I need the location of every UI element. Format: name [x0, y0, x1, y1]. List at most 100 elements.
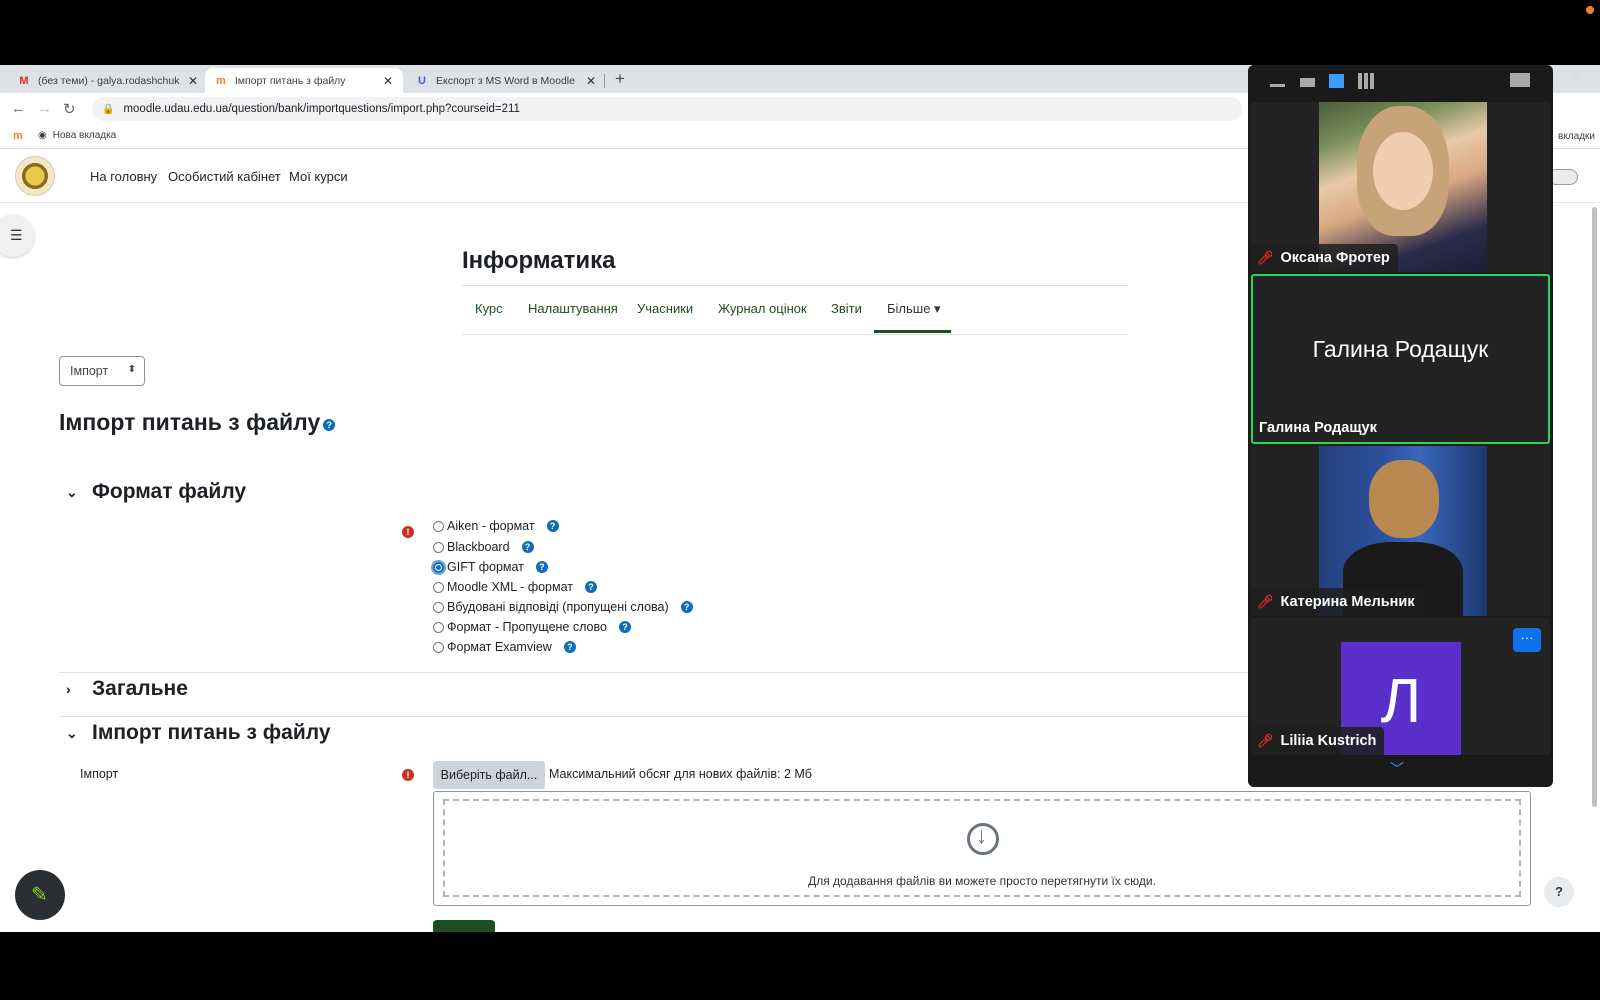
section-general[interactable]: › Загальне — [66, 677, 188, 701]
address-bar[interactable]: 🔒 moodle.udau.edu.ua/question/bank/impor… — [92, 97, 1242, 121]
option-label: Aiken - формат — [447, 519, 535, 533]
help-icon[interactable]: ? — [563, 641, 576, 653]
bookmark-moodle[interactable]: m — [13, 130, 23, 142]
new-tab-icon[interactable]: + — [615, 69, 625, 89]
course-index-button[interactable]: ☰ — [0, 215, 34, 257]
option-label: Вбудовані відповіді (пропущені слова) — [447, 600, 669, 614]
participant-tile[interactable]: 🎤︎ Оксана Фротер — [1251, 102, 1550, 272]
format-option-blackboard[interactable]: Blackboard ? — [433, 540, 534, 554]
dropzone-text: Для додавання файлів ви можете просто пе… — [808, 874, 1156, 888]
format-option-moodle-xml[interactable]: Moodle XML - формат ? — [433, 580, 598, 594]
mic-muted-icon: 🎤︎ — [1257, 733, 1274, 748]
participant-name-tag: 🎤︎ Оксана Фротер — [1251, 244, 1398, 272]
tab-gmail[interactable]: M (без теми) - galya.rodashchuk@ ✕ — [8, 68, 208, 93]
section-format[interactable]: ⌄ Формат файлу — [66, 480, 246, 504]
tab-import[interactable]: m Імпорт питань з файлу ✕ — [205, 68, 403, 93]
choose-file-button[interactable]: Виберіть файл... — [433, 761, 545, 789]
participant-name-tag: 🎤︎ Liliia Kustrich — [1251, 727, 1385, 755]
recording-indicator — [1586, 6, 1594, 14]
participant-tile[interactable]: Л ··· 🎤︎ Liliia Kustrich — [1251, 618, 1550, 755]
format-option-missing-word[interactable]: Формат - Пропущене слово ? — [433, 620, 631, 634]
course-title: Інформатика — [462, 247, 616, 274]
participant-name: Катерина Мельник — [1280, 594, 1415, 610]
more-options-button[interactable]: ··· — [1513, 628, 1541, 652]
tab-more[interactable]: Більше ▾ — [887, 301, 941, 317]
edit-fab[interactable]: ✎ — [15, 870, 65, 920]
max-file-size: Максимальний обсяг для нових файлів: 2 М… — [549, 767, 812, 781]
speaker-view-icon[interactable] — [1300, 78, 1315, 87]
close-icon[interactable]: ✕ — [383, 74, 393, 88]
nav-dashboard[interactable]: Особистий кабінет — [168, 169, 281, 184]
radio-button[interactable] — [433, 621, 444, 633]
help-icon[interactable]: ? — [521, 541, 534, 553]
bookmark-new-tab[interactable]: ◉ Нова вкладка — [38, 130, 116, 141]
option-label: Blackboard — [447, 540, 510, 554]
lock-icon: 🔒 — [102, 103, 115, 115]
chevron-down-icon: ⌄ — [66, 724, 78, 741]
file-dropzone[interactable]: Для додавання файлів ви можете просто пе… — [443, 799, 1521, 897]
forward-icon[interactable]: → — [37, 100, 52, 117]
help-icon[interactable]: ? — [585, 581, 598, 593]
pencil-icon: ✎ — [31, 884, 48, 906]
url-text: moodle.udau.edu.ua/question/bank/importq… — [123, 103, 520, 115]
participant-display-name: Галина Родащук — [1312, 336, 1489, 362]
format-option-embedded[interactable]: Вбудовані відповіді (пропущені слова) ? — [433, 600, 693, 614]
tab-reports[interactable]: Звіти — [831, 301, 862, 316]
secondary-nav: Курс Налаштування Учасники Журнал оцінок… — [462, 285, 1128, 335]
section-title: Імпорт питань з файлу — [92, 721, 331, 744]
back-icon[interactable]: ← — [11, 100, 26, 117]
tab-settings[interactable]: Налаштування — [528, 301, 618, 316]
format-option-aiken[interactable]: Aiken - формат ? — [433, 519, 559, 533]
scrollbar[interactable] — [1592, 207, 1597, 807]
participant-tile[interactable]: 🎤︎ Катерина Мельник — [1251, 446, 1550, 616]
chevron-updown-icon: ⬍ — [127, 364, 136, 375]
tab-course[interactable]: Курс — [475, 301, 503, 316]
participant-tile-active[interactable]: Галина Родащук Галина Родащук — [1251, 274, 1550, 444]
help-icon[interactable]: ? — [546, 520, 559, 532]
help-icon[interactable]: ? — [535, 561, 548, 573]
participant-name-tag: 🎤︎ Катерина Мельник — [1251, 588, 1423, 616]
question-bank-select[interactable]: Імпорт ⬍ — [59, 356, 145, 386]
file-dropzone-container[interactable]: Для додавання файлів ви можете просто пе… — [433, 791, 1531, 906]
close-icon[interactable]: ✕ — [586, 74, 596, 88]
radio-button-checked[interactable] — [431, 559, 446, 575]
u-icon: U — [418, 74, 426, 87]
radio-button[interactable] — [433, 641, 444, 653]
tab-export[interactable]: U Експорт з MS Word в Moodle G ✕ — [406, 68, 606, 93]
reading-list-label[interactable]: вкладки — [1558, 131, 1595, 142]
grid-view-icon[interactable] — [1358, 73, 1374, 89]
page-title-text: Імпорт питань з файлу — [59, 409, 321, 435]
zoom-view-controls — [1248, 65, 1553, 100]
radio-button[interactable] — [433, 541, 444, 553]
help-icon[interactable]: ? — [618, 621, 631, 633]
close-icon[interactable]: ✕ — [1570, 68, 1582, 85]
help-icon[interactable]: ? — [323, 419, 336, 431]
minimize-view-icon[interactable] — [1270, 84, 1285, 87]
format-option-gift[interactable]: GIFT формат ? — [431, 559, 548, 575]
tab-title: Експорт з MS Word в Moodle G — [436, 74, 578, 87]
section-title: Загальне — [92, 677, 188, 700]
radio-button[interactable] — [433, 520, 444, 532]
import-submit-button[interactable] — [433, 920, 495, 932]
chevron-down-icon[interactable]: ﹀ — [1390, 759, 1404, 779]
radio-button[interactable] — [433, 601, 444, 613]
radio-button[interactable] — [433, 581, 444, 593]
reload-icon[interactable]: ↻ — [63, 100, 76, 118]
format-option-examview[interactable]: Формат Examview ? — [433, 640, 576, 654]
list-icon: ☰ — [10, 227, 23, 243]
help-icon[interactable]: ? — [680, 601, 693, 613]
popout-icon[interactable] — [1510, 73, 1530, 87]
participant-name: Liliia Kustrich — [1280, 733, 1377, 749]
download-arrow-icon — [967, 823, 999, 855]
close-icon[interactable]: ✕ — [188, 74, 198, 88]
nav-my-courses[interactable]: Мої курси — [289, 169, 348, 184]
section-import[interactable]: ⌄ Імпорт питань з файлу — [66, 721, 331, 745]
tab-participants[interactable]: Учасники — [637, 301, 693, 316]
option-label: Формат Examview — [447, 640, 552, 654]
nav-home[interactable]: На головну — [90, 169, 157, 184]
active-tab-indicator — [874, 330, 951, 333]
help-fab[interactable]: ? — [1544, 877, 1574, 907]
site-logo[interactable] — [15, 156, 55, 196]
strip-view-icon[interactable] — [1329, 74, 1344, 88]
tab-grades[interactable]: Журнал оцінок — [718, 301, 807, 316]
